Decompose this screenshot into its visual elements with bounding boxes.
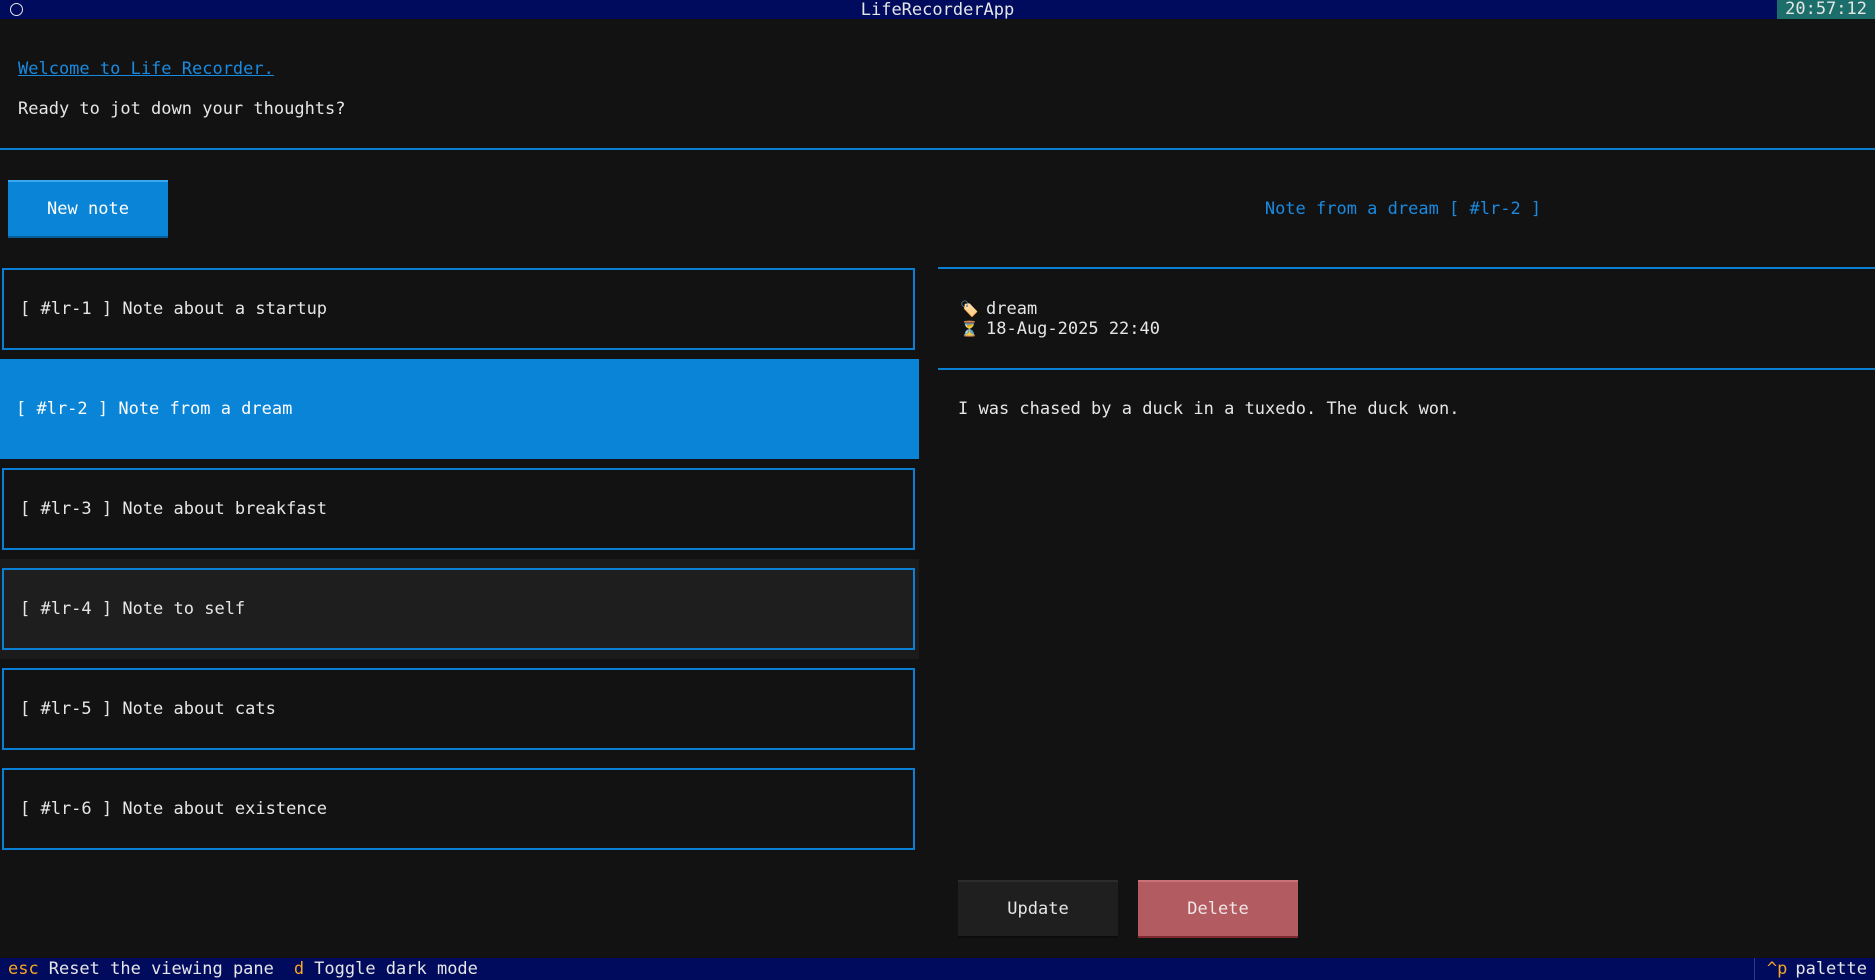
list-item-label: [ #lr-6 ] Note about existence xyxy=(20,799,328,819)
list-item[interactable]: [ #lr-1 ] Note about a startup xyxy=(2,268,915,350)
palette-label: palette xyxy=(1795,959,1867,979)
clock: 20:57:12 xyxy=(1777,0,1875,19)
footer-key[interactable]: d xyxy=(294,959,304,979)
list-item-label: [ #lr-1 ] Note about a startup xyxy=(20,299,328,319)
list-item-label: [ #lr-4 ] Note to self xyxy=(20,599,246,619)
palette-button[interactable]: ^p palette xyxy=(1753,958,1875,980)
update-button[interactable]: Update xyxy=(958,880,1118,938)
list-item[interactable]: [ #lr-6 ] Note about existence xyxy=(2,768,915,850)
footer-key[interactable]: esc xyxy=(8,959,39,979)
new-note-button[interactable]: New note xyxy=(8,180,168,238)
list-item-label: [ #lr-5 ] Note about cats xyxy=(20,699,276,719)
app-circle-icon[interactable] xyxy=(10,3,23,16)
list-item-selected[interactable]: [ #lr-2 ] Note from a dream xyxy=(0,359,919,459)
footer-keybindings: esc Reset the viewing pane d Toggle dark… xyxy=(0,958,1875,980)
footer-desc[interactable]: Reset the viewing pane xyxy=(49,959,274,979)
prompt-text: Ready to jot down your thoughts? xyxy=(18,99,346,119)
hourglass-icon: ⏳ xyxy=(960,320,979,338)
list-item[interactable]: [ #lr-3 ] Note about breakfast xyxy=(2,468,915,550)
palette-key: ^p xyxy=(1766,959,1788,979)
note-meta: 🏷️ dream ⏳ 18-Aug-2025 22:40 xyxy=(960,299,1160,339)
tag-icon: 🏷️ xyxy=(960,300,979,318)
welcome-link[interactable]: Welcome to Life Recorder. xyxy=(18,59,274,79)
footer-desc[interactable]: Toggle dark mode xyxy=(314,959,478,979)
header-divider xyxy=(0,148,1875,150)
header: Welcome to Life Recorder. Ready to jot d… xyxy=(0,19,1875,149)
list-item[interactable]: [ #lr-5 ] Note about cats xyxy=(2,668,915,750)
list-item[interactable]: [ #lr-4 ] Note to self xyxy=(2,568,915,650)
note-timestamp: 18-Aug-2025 22:40 xyxy=(986,319,1160,339)
note-tag: dream xyxy=(986,299,1038,319)
app-title: LifeRecorderApp xyxy=(860,0,1015,20)
detail-top-divider xyxy=(938,267,1875,269)
detail-meta-divider xyxy=(938,368,1875,370)
list-item-label: [ #lr-2 ] Note from a dream xyxy=(16,399,293,419)
title-bar: LifeRecorderApp 20:57:12 xyxy=(0,0,1875,20)
list-item-label: [ #lr-3 ] Note about breakfast xyxy=(20,499,328,519)
detail-title: Note from a dream [ #lr-2 ] xyxy=(1264,199,1542,219)
note-body: I was chased by a duck in a tuxedo. The … xyxy=(958,399,1460,419)
delete-button[interactable]: Delete xyxy=(1138,880,1298,938)
